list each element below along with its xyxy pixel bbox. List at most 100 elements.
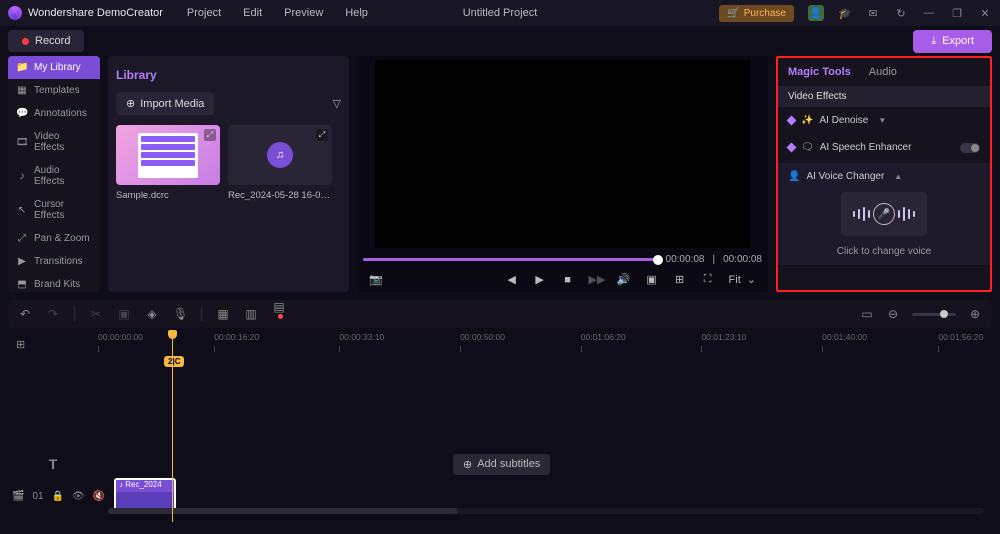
title-bar: Wondershare DemoCreator Project Edit Pre… <box>0 0 1000 26</box>
time-total: 00:00:08 <box>723 254 762 265</box>
zoom-out-icon[interactable]: ⊖ <box>886 307 900 321</box>
library-title: Library <box>116 64 341 92</box>
chevron-up-icon: ▲ <box>894 172 902 181</box>
thumbnail-size-icon[interactable]: ▭ <box>860 307 874 321</box>
refresh-icon[interactable]: ↻ <box>894 6 908 20</box>
tab-audio[interactable]: Audio <box>869 66 897 78</box>
menu-edit[interactable]: Edit <box>243 7 262 19</box>
preview-pane: 00:00:08 | 00:00:08 📷 ◀ ▶ ■ ▶▶ 🔊 ▣ ⊞ ⛶ F… <box>357 56 768 292</box>
sidebar: 📁My Library ▦Templates 💬Annotations 🎞Vid… <box>8 56 100 292</box>
voice-changer-button[interactable]: 🎤 <box>841 192 927 236</box>
plus-circle-icon: ⊕ <box>126 97 135 110</box>
crop-tool-icon[interactable]: ▣ <box>117 307 131 321</box>
sidebar-item-templates[interactable]: ▦Templates <box>8 79 100 102</box>
app-name: Wondershare DemoCreator <box>28 7 163 19</box>
menu-project[interactable]: Project <box>187 7 221 19</box>
purchase-button[interactable]: 🛒Purchase <box>719 5 794 22</box>
playhead-marker[interactable]: 2|C <box>164 356 184 367</box>
next-frame-icon[interactable]: ▶▶ <box>589 273 603 286</box>
fullscreen-icon[interactable]: ⛶ <box>701 273 715 286</box>
sidebar-item-annotations[interactable]: 💬Annotations <box>8 102 100 125</box>
brand-icon: ⬒ <box>16 279 28 290</box>
expand-icon[interactable]: ⤢ <box>316 129 328 141</box>
sparkle-icon: ✨ <box>801 115 813 126</box>
media-item-recording[interactable]: ♫⤢ Rec_2024-05-28 16-07-44.m4a <box>228 125 332 201</box>
filter-icon[interactable]: ▽ <box>333 97 341 110</box>
grid-icon: ▦ <box>16 85 28 96</box>
stop-icon[interactable]: ■ <box>561 274 575 286</box>
expand-icon[interactable]: ⤢ <box>204 129 216 141</box>
import-media-button[interactable]: ⊕Import Media <box>116 92 214 115</box>
group-icon[interactable]: ▦ <box>216 307 230 321</box>
speech-enhancer-toggle[interactable] <box>960 143 980 153</box>
project-title: Untitled Project <box>463 7 538 19</box>
section-video-effects: Video Effects <box>778 86 990 107</box>
scrub-bar[interactable] <box>363 258 658 261</box>
grid-toggle-icon[interactable]: ⊞ <box>673 273 687 286</box>
ai-denoise-row[interactable]: ✨ AI Denoise ▼ <box>778 107 990 134</box>
close-icon[interactable]: ✕ <box>978 6 992 20</box>
sidebar-item-audio-effects[interactable]: ♪Audio Effects <box>8 159 100 193</box>
media-item-sample[interactable]: ⤢ Sample.dcrc <box>116 125 220 201</box>
sidebar-item-video-effects[interactable]: 🎞Video Effects <box>8 125 100 159</box>
volume-icon[interactable]: 🔊 <box>617 273 631 286</box>
timeline-scrollbar[interactable] <box>108 508 984 514</box>
diamond-icon <box>787 116 797 126</box>
sidebar-item-brand-kits[interactable]: ⬒Brand Kits <box>8 273 100 292</box>
sidebar-item-transitions[interactable]: ▶Transitions <box>8 250 100 273</box>
fit-select[interactable]: Fit⌄ <box>729 273 756 286</box>
maximize-icon[interactable]: ❐ <box>950 6 964 20</box>
play-icon[interactable]: ▶ <box>533 273 547 286</box>
film-icon: 🎞 <box>16 137 28 148</box>
eye-icon[interactable]: 👁 <box>72 491 85 502</box>
record-dot-icon <box>22 38 29 45</box>
prev-frame-icon[interactable]: ◀ <box>505 273 519 286</box>
minimize-icon[interactable]: — <box>922 6 936 20</box>
split-icon[interactable]: ✂ <box>89 307 103 321</box>
mute-icon[interactable]: 🔇 <box>93 491 105 502</box>
add-track-button[interactable]: ⊞ <box>8 332 98 356</box>
wave-icon: ♪ <box>16 171 28 182</box>
menu-help[interactable]: Help <box>345 7 368 19</box>
chevron-down-icon: ⌄ <box>747 273 756 286</box>
voice-caption: Click to change voice <box>788 246 980 257</box>
music-note-icon: ♫ <box>267 142 293 168</box>
video-canvas[interactable] <box>375 60 750 248</box>
sidebar-item-pan-zoom[interactable]: ⤢Pan & Zoom <box>8 227 100 250</box>
record-button[interactable]: Record <box>8 30 84 52</box>
lock-icon[interactable]: 🔒 <box>52 491 64 502</box>
properties-panel: Magic Tools Audio Video Effects ✨ AI Den… <box>776 56 992 292</box>
ai-voice-changer-row[interactable]: 👤 AI Voice Changer ▲ <box>788 171 980 182</box>
undo-icon[interactable]: ↶ <box>18 307 32 321</box>
cap-icon[interactable]: 🎓 <box>838 6 852 20</box>
person-icon: 👤 <box>788 171 800 182</box>
folder-icon: 📁 <box>16 62 28 73</box>
crop-icon[interactable]: ▣ <box>645 273 659 286</box>
sidebar-item-cursor-effects[interactable]: ↖Cursor Effects <box>8 193 100 227</box>
add-subtitles-button[interactable]: ⊕Add subtitles <box>453 454 550 475</box>
diamond-icon <box>787 143 797 153</box>
app-logo <box>8 6 22 20</box>
menu-preview[interactable]: Preview <box>284 7 323 19</box>
action-bar: Record ⤓Export <box>0 26 1000 56</box>
zoom-slider[interactable] <box>912 313 956 316</box>
ai-speech-enhancer-row[interactable]: 🗨 AI Speech Enhancer <box>778 134 990 161</box>
video-track-icon[interactable]: 🎬 <box>12 491 24 502</box>
text-track-icon[interactable]: T <box>8 456 98 472</box>
speech-icon: 💬 <box>16 108 28 119</box>
scrub-knob[interactable] <box>653 255 663 265</box>
marker-icon[interactable]: ◈ <box>145 307 159 321</box>
export-button[interactable]: ⤓Export <box>913 30 992 53</box>
time-ruler[interactable]: 00:00:00:00 00:00:16:20 00:00:33:10 00:0… <box>98 332 992 356</box>
voiceover-icon[interactable]: 🎙 <box>173 307 187 321</box>
mail-icon[interactable]: ✉ <box>866 6 880 20</box>
library-pane: Library ⊕Import Media ▽ ⤢ Sample.dcrc ♫ ⤢… <box>108 56 349 292</box>
zoom-in-icon[interactable]: ⊕ <box>968 307 982 321</box>
tab-magic-tools[interactable]: Magic Tools <box>788 66 851 78</box>
camera-icon[interactable]: 📷 <box>369 273 383 286</box>
layout-icon[interactable]: ▤ <box>272 300 286 328</box>
frames-icon[interactable]: ▥ <box>244 307 258 321</box>
sidebar-item-my-library[interactable]: 📁My Library <box>8 56 100 79</box>
user-avatar[interactable]: 👤 <box>808 5 824 21</box>
redo-icon[interactable]: ↷ <box>46 307 60 321</box>
